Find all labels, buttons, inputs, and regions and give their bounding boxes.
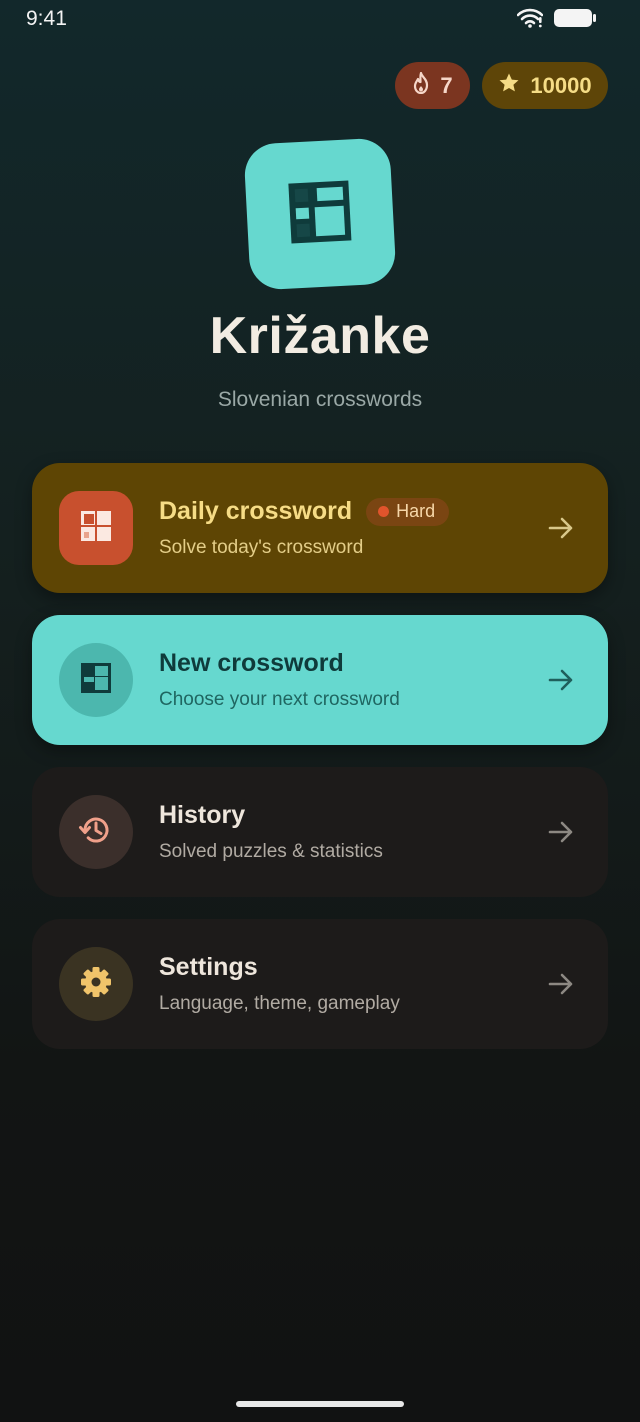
daily-crossword-button[interactable]: Daily crossword Hard Solve today's cross… <box>32 463 608 593</box>
history-subtitle: Solved puzzles & statistics <box>159 841 383 862</box>
history-icon <box>78 812 114 853</box>
app-title: Križanke <box>209 307 431 365</box>
history-icon-tile <box>59 795 133 869</box>
arrow-right-icon <box>546 513 576 548</box>
daily-crossword-subtitle: Solve today's crossword <box>159 537 364 558</box>
stars-value: 10000 <box>530 72 592 98</box>
home-indicator[interactable] <box>236 1401 404 1407</box>
settings-title: Settings <box>159 953 258 981</box>
daily-crossword-icon-tile <box>59 491 133 565</box>
star-icon <box>498 72 520 100</box>
streak-counter[interactable]: 7 <box>395 62 470 109</box>
wifi-icon <box>516 8 544 33</box>
app-subtitle: Slovenian crosswords <box>217 388 423 411</box>
history-button[interactable]: History Solved puzzles & statistics <box>32 767 608 897</box>
new-crossword-button[interactable]: New crossword Choose your next crossword <box>32 615 608 745</box>
settings-subtitle: Language, theme, gameplay <box>159 993 400 1014</box>
crossword-grid-icon <box>80 662 112 699</box>
daily-crossword-title: Daily crossword <box>159 497 353 525</box>
settings-icon-tile <box>59 947 133 1021</box>
crossword-grid-icon <box>286 178 354 250</box>
history-title: History <box>159 801 246 829</box>
new-crossword-title: New crossword <box>159 649 344 677</box>
status-bar: 9:41 <box>0 0 640 40</box>
difficulty-label: Hard <box>396 501 436 521</box>
stars-counter[interactable]: 10000 <box>482 62 608 109</box>
new-crossword-icon-tile <box>59 643 133 717</box>
difficulty-badge: Hard <box>366 497 450 526</box>
arrow-right-icon <box>546 969 576 1004</box>
gear-icon <box>79 965 113 1004</box>
status-time: 9:41 <box>26 7 67 30</box>
new-crossword-subtitle: Choose your next crossword <box>159 689 400 710</box>
streak-value: 7 <box>440 72 453 98</box>
app-logo <box>243 137 397 291</box>
battery-icon <box>553 8 597 33</box>
settings-button[interactable]: Settings Language, theme, gameplay <box>32 919 608 1049</box>
difficulty-dot <box>378 506 390 517</box>
arrow-right-icon <box>546 665 576 700</box>
crossword-grid-icon <box>80 510 112 547</box>
flame-icon <box>412 71 430 100</box>
arrow-right-icon <box>546 817 576 852</box>
